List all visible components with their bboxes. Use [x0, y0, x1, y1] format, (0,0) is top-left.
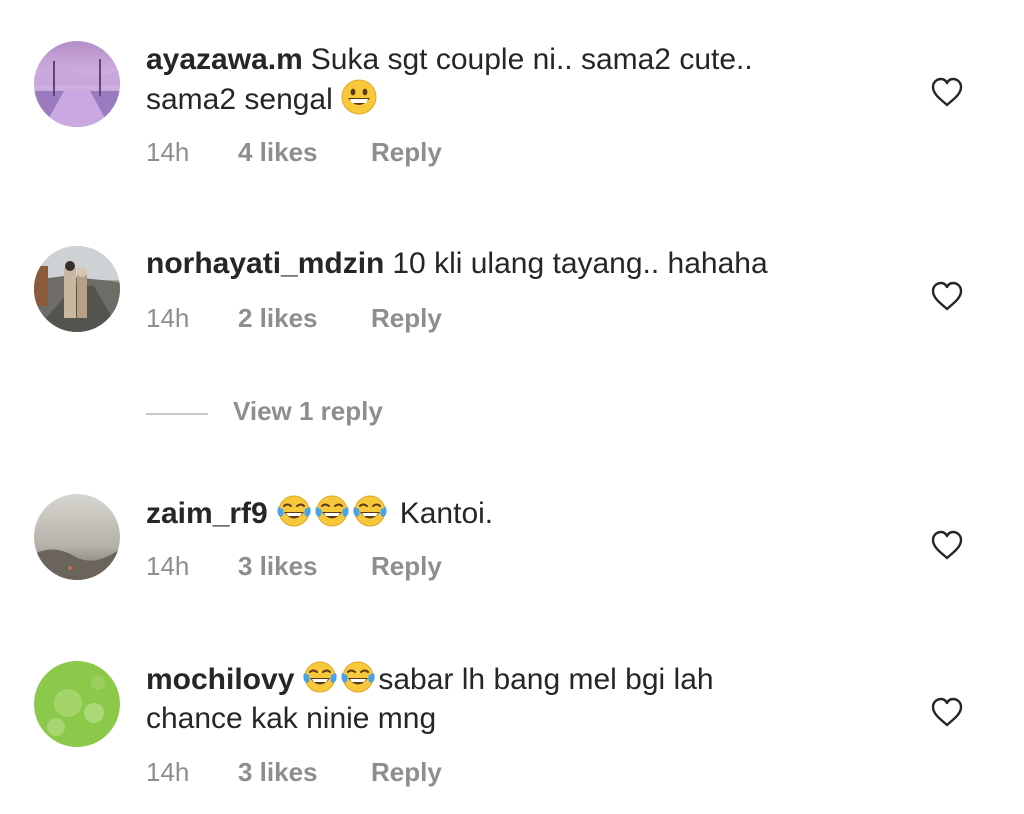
reply-button[interactable]: Reply — [371, 303, 442, 334]
comment-time: 14h — [146, 137, 190, 167]
avatar[interactable] — [34, 661, 120, 747]
reply-button[interactable]: Reply — [371, 757, 442, 788]
comment-text: sama2 sengal — [146, 83, 333, 116]
comment-text: sabar lh bang mel bgi lah — [378, 663, 714, 696]
avatar[interactable] — [34, 41, 120, 127]
divider-line — [146, 413, 208, 415]
tears-of-joy-emoji — [340, 659, 376, 695]
comment-time: 14h — [146, 551, 190, 581]
avatar[interactable] — [34, 494, 120, 580]
tears-of-joy-emoji — [314, 493, 350, 529]
comment-text: Kantoi. — [399, 497, 494, 530]
comment-username[interactable]: norhayati_mdzin — [146, 247, 384, 280]
comment-username[interactable]: ayazawa.m — [146, 43, 303, 76]
comments-list: ayazawa.m Suka sgt couple ni.. sama2 cute… — [0, 0, 1024, 814]
comment-text: chance kak ninie mng — [146, 702, 437, 735]
avatar[interactable] — [34, 246, 120, 332]
comment-time: 14h — [146, 303, 190, 333]
tears-of-joy-emoji — [302, 659, 338, 695]
comment-likes[interactable]: 3 likes — [238, 757, 371, 788]
grinning-face-emoji — [341, 79, 377, 115]
comment-meta: 14h 4 likes Reply — [146, 137, 442, 168]
comment-body: mochilovy sabar lh bang mel bgi lah chan… — [146, 659, 906, 738]
comment-text: Suka sgt couple ni.. sama2 cute.. — [310, 43, 753, 76]
comment-username[interactable]: mochilovy — [146, 663, 294, 696]
tears-of-joy-emoji — [276, 493, 312, 529]
comment-body: norhayati_mdzin 10 kli ulang tayang.. hah… — [146, 244, 906, 283]
view-replies-label[interactable]: View 1 reply — [233, 396, 383, 427]
reply-button[interactable]: Reply — [371, 551, 442, 582]
comment-meta: 14h 3 likes Reply — [146, 757, 442, 788]
comment-likes[interactable]: 2 likes — [238, 303, 371, 334]
comment-body: zaim_rf9 Kantoi. — [146, 493, 906, 533]
comment-meta: 14h 2 likes Reply — [146, 303, 442, 334]
comment-time: 14h — [146, 757, 190, 787]
reply-button[interactable]: Reply — [371, 137, 442, 168]
heart-outline-icon[interactable] — [930, 529, 964, 561]
heart-outline-icon[interactable] — [930, 76, 964, 108]
heart-outline-icon[interactable] — [930, 696, 964, 728]
comment-likes[interactable]: 4 likes — [238, 137, 371, 168]
tears-of-joy-emoji — [352, 493, 388, 529]
comment-body: ayazawa.m Suka sgt couple ni.. sama2 cute… — [146, 40, 906, 119]
comment-meta: 14h 3 likes Reply — [146, 551, 442, 582]
comment-likes[interactable]: 3 likes — [238, 551, 371, 582]
heart-outline-icon[interactable] — [930, 280, 964, 312]
comment-text: 10 kli ulang tayang.. hahaha — [392, 247, 768, 280]
comment-username[interactable]: zaim_rf9 — [146, 497, 268, 530]
